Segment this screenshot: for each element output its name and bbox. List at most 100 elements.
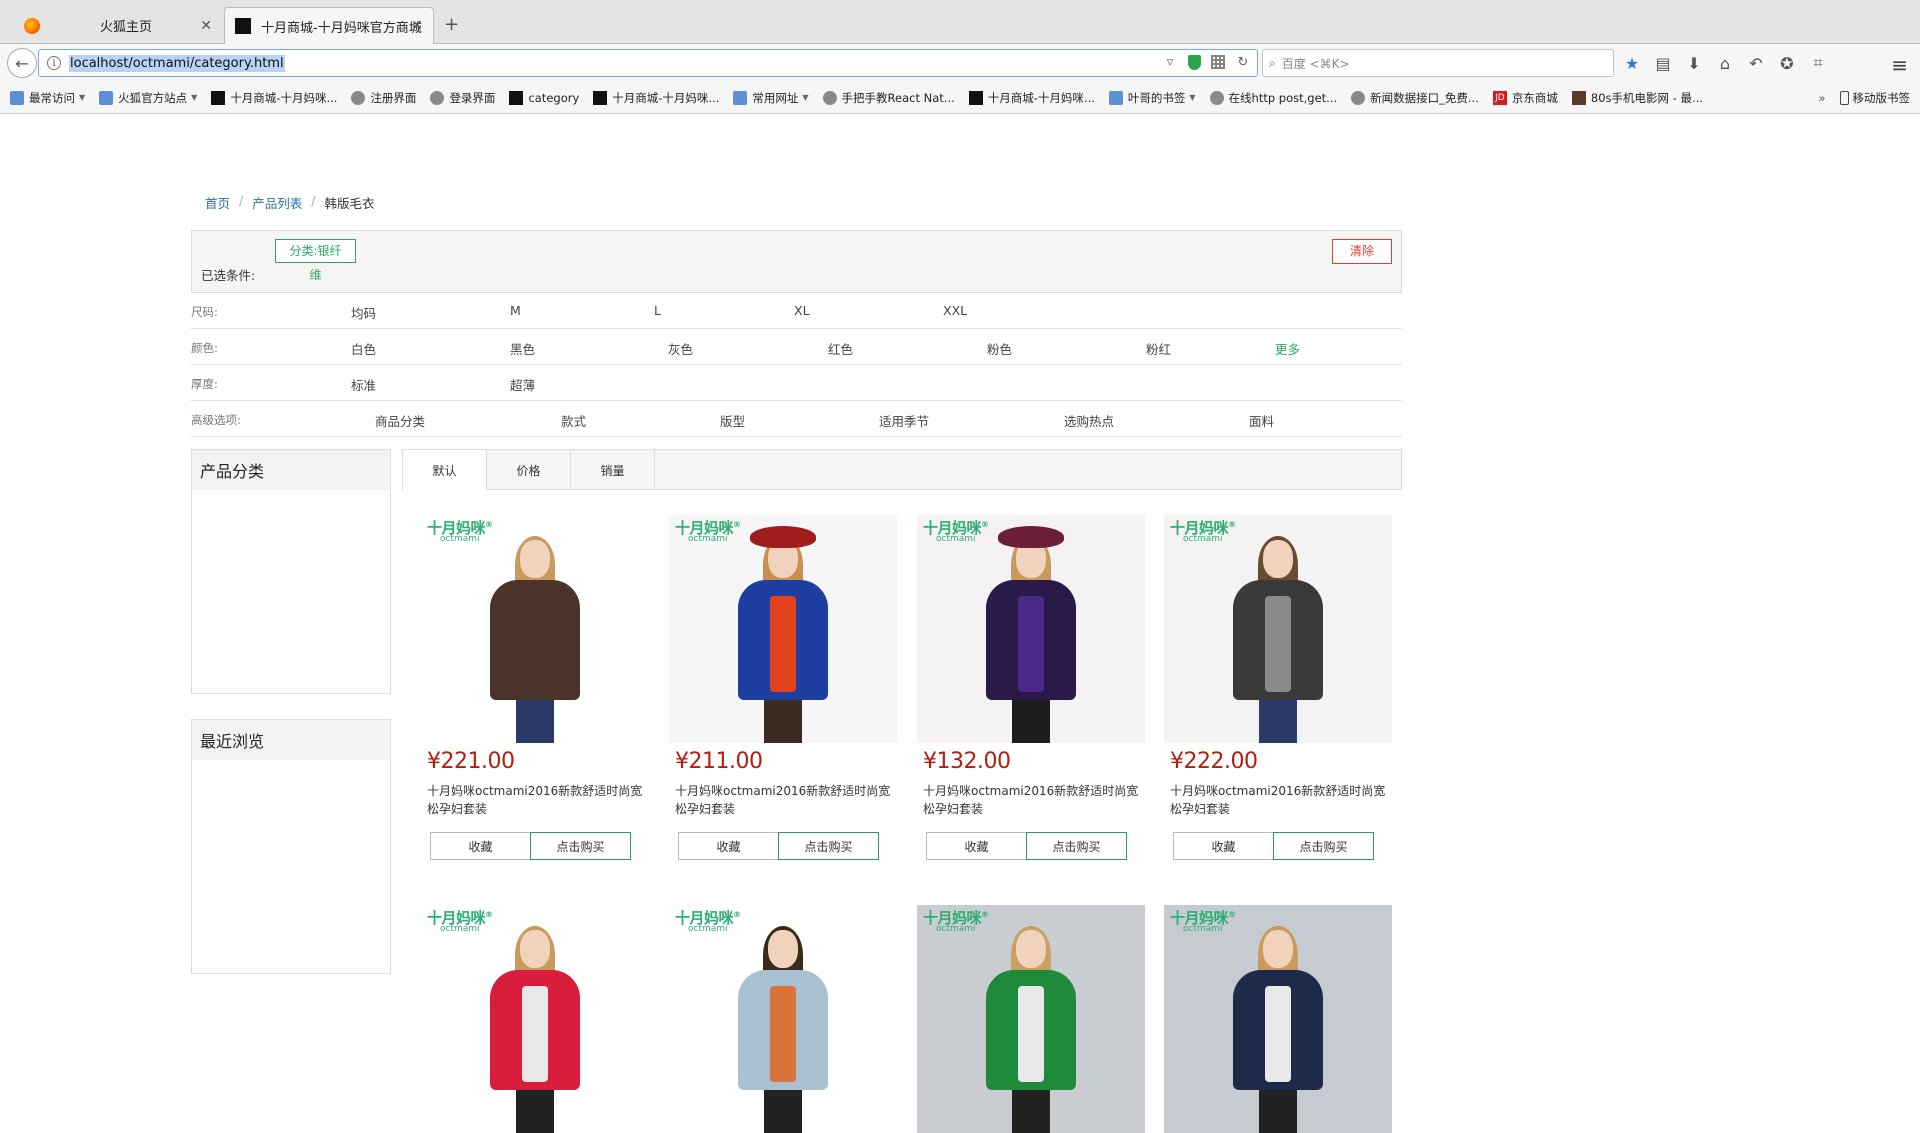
more-options-link[interactable]: 更多 (1275, 339, 1300, 358)
chevron-down-icon: ▼ (191, 93, 198, 102)
bookmark-item[interactable]: 注册界面 (351, 90, 416, 106)
bookmark-item[interactable]: 登录界面 (430, 90, 495, 106)
selected-filter-chip[interactable]: 分类:银纤 (275, 239, 356, 263)
close-tab-icon[interactable]: ✕ (200, 18, 212, 34)
product-title[interactable]: 十月妈咪octmami2016新款舒适时尚宽松孕妇套装 (923, 782, 1139, 818)
qr-code-icon[interactable] (1211, 55, 1225, 69)
sort-tab-sales[interactable]: 销量 (571, 450, 655, 490)
reload-icon[interactable]: ↻ (1235, 54, 1251, 70)
new-tab-button[interactable]: + (444, 14, 459, 35)
mobile-bookmarks-link[interactable]: 移动版书签 (1853, 90, 1911, 106)
product-image[interactable]: 十月妈咪® octmami (421, 905, 649, 1133)
product-image[interactable]: 十月妈咪® octmami (421, 515, 649, 743)
filter-option[interactable]: 选购热点 (1064, 411, 1114, 430)
search-icon: ⌕ (1269, 55, 1276, 70)
filter-option[interactable]: 均码 (351, 303, 376, 322)
download-icon[interactable]: ⬇ (1684, 53, 1704, 73)
url-text[interactable]: localhost/octmami/category.html (69, 54, 285, 72)
filter-option[interactable]: 面料 (1249, 411, 1274, 430)
bookmark-item[interactable]: 80s手机电影网 - 最... (1571, 90, 1703, 106)
product-card: 十月妈咪® octmami ¥221.00 十月妈咪octmami2016新款舒适时尚… (421, 515, 649, 860)
product-title[interactable]: 十月妈咪octmami2016新款舒适时尚宽松孕妇套装 (427, 782, 643, 818)
favorite-button[interactable]: 收藏 (678, 832, 779, 860)
filter-option[interactable]: M (510, 303, 521, 318)
favorite-button[interactable]: 收藏 (1173, 832, 1274, 860)
filter-option[interactable]: 红色 (828, 339, 853, 358)
bookmark-item[interactable]: 十月商城-十月妈咪... (593, 90, 719, 106)
breadcrumb-home-link[interactable]: 首页 (205, 193, 230, 212)
clear-button[interactable]: 清除 (1332, 239, 1392, 264)
bookmark-item[interactable]: JD 京东商城 (1492, 90, 1558, 106)
buy-button[interactable]: 点击购买 (1026, 832, 1127, 860)
product-image[interactable]: 十月妈咪® octmami (1164, 905, 1392, 1133)
bookmark-item[interactable]: 十月商城-十月妈咪... (968, 90, 1095, 106)
bookmark-item[interactable]: 十月商城-十月妈咪... (211, 90, 337, 106)
product-title[interactable]: 十月妈咪octmami2016新款舒适时尚宽松孕妇套装 (675, 782, 891, 818)
shield-icon[interactable] (1188, 54, 1201, 70)
bookmark-item[interactable]: 火狐官方站点 ▼ (99, 90, 197, 106)
bookmark-label: category (528, 90, 580, 105)
filter-option[interactable]: 款式 (561, 411, 586, 430)
site-info-icon[interactable]: i (47, 56, 61, 70)
bookmark-item[interactable]: 常用网址 ▼ (733, 90, 809, 106)
filter-option[interactable]: 商品分类 (375, 411, 425, 430)
bookmark-item[interactable]: category (509, 90, 580, 105)
filter-row: 厚度: 标准 超薄 (191, 365, 1402, 401)
dropdown-history-icon[interactable]: ▿ (1162, 54, 1178, 70)
bookmark-label: 手把手教React Nat... (841, 90, 955, 105)
filter-row: 尺码: 均码 M L XL XXL (191, 293, 1402, 329)
sort-tab-default[interactable]: 默认 (403, 450, 487, 490)
filter-option[interactable]: 超薄 (510, 375, 535, 394)
favorite-button[interactable]: 收藏 (926, 832, 1027, 860)
filter-option[interactable]: XXL (943, 303, 967, 318)
product-image[interactable]: 十月妈咪® octmami (917, 515, 1145, 743)
sort-tab-price[interactable]: 价格 (487, 450, 571, 490)
model-inner-garment (522, 986, 548, 1082)
filter-option[interactable]: 适用季节 (879, 411, 929, 430)
crop-icon[interactable]: ⌗ (1808, 53, 1828, 73)
home-icon[interactable]: ⌂ (1715, 53, 1735, 73)
filter-option[interactable]: 灰色 (668, 339, 693, 358)
product-card: 十月妈咪® octmami (917, 905, 1145, 1133)
product-image[interactable]: 十月妈咪® octmami (1164, 515, 1392, 743)
chevron-down-icon: ▼ (1189, 93, 1196, 102)
bookmark-item[interactable]: 叶哥的书签 ▼ (1108, 90, 1196, 106)
tab-octmami-store[interactable]: 十月商城-十月妈咪官方商城 ✕ (224, 7, 434, 44)
favorite-button[interactable]: 收藏 (430, 832, 531, 860)
filter-option[interactable]: 版型 (720, 411, 745, 430)
bookmark-item[interactable]: 手把手教React Nat... (822, 90, 955, 106)
close-tab-icon[interactable]: ✕ (411, 18, 423, 34)
bookmark-item[interactable]: 最常访问 ▼ (10, 90, 85, 106)
filter-option[interactable]: XL (794, 303, 810, 318)
globe-icon (1209, 90, 1224, 105)
filter-option[interactable]: 黑色 (510, 339, 535, 358)
buy-button[interactable]: 点击购买 (1273, 832, 1374, 860)
addon-icon[interactable]: ✪ (1777, 53, 1797, 73)
back-button[interactable]: ← (7, 48, 37, 78)
filter-option[interactable]: 标准 (351, 375, 376, 394)
undo-icon[interactable]: ↶ (1746, 53, 1766, 73)
search-bar[interactable]: ⌕ 百度 <⌘K> (1262, 49, 1614, 77)
product-image[interactable]: 十月妈咪® octmami (917, 905, 1145, 1133)
filter-option[interactable]: 粉红 (1146, 339, 1171, 358)
filter-option[interactable]: 白色 (351, 339, 376, 358)
bookmark-item[interactable]: 在线http post,get... (1209, 90, 1337, 106)
breadcrumb-list-link[interactable]: 产品列表 (252, 193, 302, 212)
filter-option[interactable]: L (654, 303, 661, 318)
buy-button[interactable]: 点击购买 (778, 832, 879, 860)
folder-icon (733, 90, 748, 105)
product-image[interactable]: 十月妈咪® octmami (669, 515, 897, 743)
filter-option[interactable]: 粉色 (987, 339, 1012, 358)
bookmark-item[interactable]: 新闻数据接口_免费... (1351, 90, 1479, 106)
menu-icon[interactable]: ≡ (1891, 53, 1908, 77)
bookmark-star-icon[interactable]: ★ (1622, 53, 1642, 73)
tab-firefox-home[interactable]: 火狐主页 ✕ (12, 7, 222, 44)
buy-button[interactable]: 点击购买 (530, 832, 631, 860)
firefox-icon (24, 17, 40, 34)
sort-bar: 默认 价格 销量 (402, 449, 1402, 490)
reading-list-icon[interactable]: ▤ (1653, 53, 1673, 73)
url-bar[interactable]: i localhost/octmami/category.html ▿ ↻ (38, 49, 1258, 77)
product-title[interactable]: 十月妈咪octmami2016新款舒适时尚宽松孕妇套装 (1170, 782, 1386, 818)
bookmarks-overflow-button[interactable]: » (1818, 91, 1825, 105)
product-image[interactable]: 十月妈咪® octmami (669, 905, 897, 1133)
